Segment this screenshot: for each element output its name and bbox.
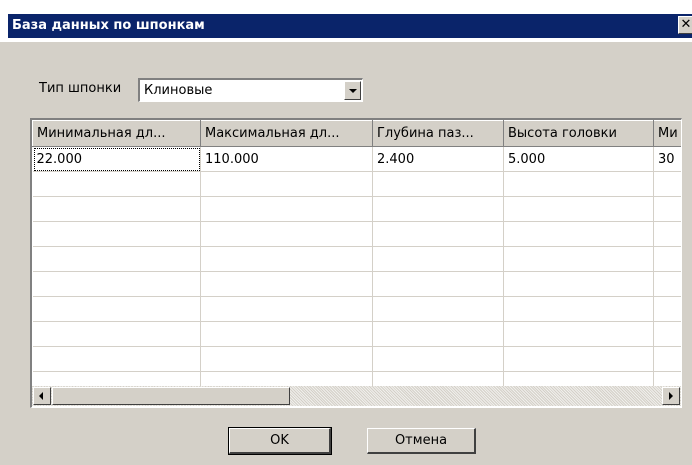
empty-table-cell: [372, 271, 504, 297]
grid-header-row: Минимальная дл... Максимальная дл... Глу…: [32, 120, 681, 147]
grid-viewport: Минимальная дл... Максимальная дл... Глу…: [32, 120, 681, 386]
empty-table-cell: [503, 221, 654, 247]
empty-table-cell: [32, 246, 201, 272]
empty-table-cell: [372, 371, 504, 386]
table-cell[interactable]: 5.000: [503, 146, 654, 172]
empty-table-cell: [653, 296, 681, 322]
empty-table-cell: [653, 171, 681, 197]
empty-table-cell: [503, 246, 654, 272]
empty-table-cell: [653, 246, 681, 272]
empty-table-cell: [503, 321, 654, 347]
empty-table-cell: [372, 246, 504, 272]
column-header-min-length[interactable]: Минимальная дл...: [32, 120, 201, 147]
empty-table-cell: [372, 196, 504, 222]
table-cell[interactable]: 2.400: [372, 146, 504, 172]
key-type-label: Тип шпонки: [39, 81, 122, 96]
empty-table-row: [32, 346, 681, 372]
empty-table-cell: [503, 346, 654, 372]
key-type-dropdown[interactable]: Клиновые: [138, 78, 363, 102]
empty-table-cell: [32, 371, 201, 386]
empty-table-cell: [653, 221, 681, 247]
empty-table-cell: [200, 296, 373, 322]
empty-table-row: [32, 296, 681, 322]
empty-table-row: [32, 271, 681, 297]
empty-table-cell: [503, 171, 654, 197]
table-cell[interactable]: 22.000: [32, 146, 201, 172]
title-bar: База данных по шпонкам ✕: [0, 0, 692, 42]
ok-button[interactable]: OK: [228, 427, 332, 455]
empty-table-cell: [200, 321, 373, 347]
empty-table-cell: [32, 171, 201, 197]
empty-table-cell: [372, 321, 504, 347]
scroll-left-button[interactable]: [33, 387, 51, 405]
empty-table-row: [32, 371, 681, 386]
empty-table-cell: [200, 271, 373, 297]
empty-table-cell: [653, 196, 681, 222]
table-cell[interactable]: 110.000: [200, 146, 373, 172]
empty-table-cell: [372, 346, 504, 372]
column-header-head-height[interactable]: Высота головки: [503, 120, 654, 147]
cancel-button[interactable]: Отмена: [367, 428, 476, 454]
table-cell[interactable]: 30: [653, 146, 681, 172]
empty-table-cell: [653, 271, 681, 297]
empty-table-cell: [200, 196, 373, 222]
empty-table-row: [32, 196, 681, 222]
grid-table: Минимальная дл... Максимальная дл... Глу…: [32, 120, 681, 386]
dialog-title: База данных по шпонкам: [12, 18, 205, 33]
empty-table-row: [32, 321, 681, 347]
horizontal-scrollbar[interactable]: [32, 386, 681, 406]
empty-table-cell: [200, 221, 373, 247]
empty-table-cell: [372, 296, 504, 322]
empty-table-cell: [372, 171, 504, 197]
table-row[interactable]: 22.000 110.000 2.400 5.000 30: [32, 146, 681, 172]
empty-table-row: [32, 246, 681, 272]
empty-table-cell: [200, 171, 373, 197]
chevron-down-icon: [349, 89, 357, 93]
empty-table-cell: [200, 346, 373, 372]
close-icon: ✕: [680, 17, 692, 32]
column-header-max-length[interactable]: Максимальная дл...: [200, 120, 373, 147]
empty-table-row: [32, 221, 681, 247]
key-type-selected-value: Клиновые: [144, 83, 213, 98]
empty-table-cell: [503, 196, 654, 222]
empty-table-cell: [32, 321, 201, 347]
empty-table-cell: [32, 346, 201, 372]
empty-table-cell: [200, 371, 373, 386]
empty-table-cell: [372, 221, 504, 247]
arrow-left-icon: [39, 392, 43, 400]
column-header-groove-depth[interactable]: Глубина паз...: [372, 120, 504, 147]
column-header-fifth[interactable]: Ми: [653, 120, 681, 147]
empty-table-cell: [653, 346, 681, 372]
scroll-thumb[interactable]: [52, 387, 290, 405]
arrow-right-icon: [669, 392, 673, 400]
empty-table-cell: [32, 196, 201, 222]
key-database-dialog: База данных по шпонкам ✕ Тип шпонки Клин…: [0, 0, 692, 465]
empty-table-row: [32, 171, 681, 197]
empty-table-cell: [503, 271, 654, 297]
scroll-right-button[interactable]: [662, 387, 680, 405]
empty-table-cell: [503, 296, 654, 322]
empty-table-cell: [653, 371, 681, 386]
empty-table-cell: [32, 221, 201, 247]
dropdown-arrow-button[interactable]: [344, 81, 361, 100]
empty-table-cell: [200, 246, 373, 272]
empty-table-cell: [653, 321, 681, 347]
empty-table-cell: [503, 371, 654, 386]
empty-table-cell: [32, 271, 201, 297]
empty-table-cell: [32, 296, 201, 322]
close-button[interactable]: ✕: [678, 16, 692, 34]
key-data-grid: Минимальная дл... Максимальная дл... Глу…: [30, 118, 682, 408]
